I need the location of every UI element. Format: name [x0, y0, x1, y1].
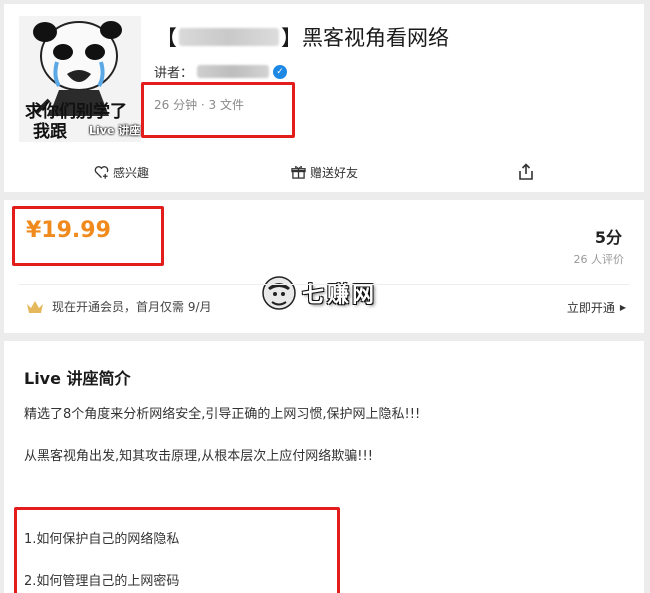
price-card: ¥19.99 5分 26 人评价 七赚网 现在开通会员，首月仅需 9/月 立即开…: [4, 200, 644, 333]
site-watermark: 七赚网: [262, 276, 377, 310]
live-badge: Live 讲座: [89, 124, 141, 137]
title-prefix: 【: [156, 26, 177, 50]
review-count[interactable]: 26 人评价: [574, 251, 625, 267]
course-header-card: 求你们别学了 我跟 Live 讲座 【 】黑客视角看网络 讲者： ✓ 26 分钟…: [4, 4, 644, 192]
intro-title: Live 讲座简介: [24, 369, 131, 388]
intro-card: Live 讲座简介 精选了8个角度来分析网络安全,引导正确的上网习惯,保护网上隐…: [4, 341, 644, 593]
share-button[interactable]: [517, 163, 539, 181]
intro-paragraph: 从黑客视角出发,知其攻击原理,从根本层次上应付网络欺骗!!!: [24, 449, 373, 464]
share-icon: [519, 163, 533, 180]
heart-plus-icon: [94, 166, 109, 179]
open-membership-label: 立即开通: [566, 301, 615, 315]
verified-icon: ✓: [273, 64, 288, 79]
watermark-avatar-icon: [262, 276, 296, 310]
gift-button[interactable]: 赠送好友: [291, 164, 358, 181]
divider: [18, 284, 630, 285]
membership-promo[interactable]: 现在开通会员，首月仅需 9/月: [26, 298, 212, 315]
membership-text: 现在开通会员，首月仅需 9/月: [52, 300, 212, 314]
highlight-box-list: [14, 507, 340, 593]
speaker-name-redacted[interactable]: [197, 65, 270, 78]
action-bar: 感兴趣 赠送好友: [4, 156, 644, 188]
watermark-text: 七赚网: [302, 283, 378, 308]
course-cover-image[interactable]: 求你们别学了 我跟 Live 讲座: [19, 16, 141, 142]
course-title: 【 】黑客视角看网络: [156, 24, 449, 50]
open-membership-link[interactable]: 立即开通 ▶: [567, 299, 626, 316]
play-triangle-icon: ▶: [619, 303, 626, 312]
speaker-label: 讲者：: [154, 66, 194, 81]
highlight-box-price: [12, 206, 164, 266]
cover-caption-line1: 求你们别学了: [25, 102, 127, 122]
gift-icon: [291, 166, 306, 179]
title-redacted-blur: [179, 28, 279, 46]
rating-score: 5分: [594, 228, 622, 247]
crown-icon: [27, 300, 43, 313]
speaker-row[interactable]: 讲者： ✓: [154, 62, 288, 81]
intro-paragraph: 精选了8个角度来分析网络安全,引导正确的上网习惯,保护网上隐私!!!: [24, 407, 421, 422]
interest-label: 感兴趣: [113, 165, 150, 180]
gift-label: 赠送好友: [310, 165, 359, 180]
interest-button[interactable]: 感兴趣: [94, 164, 149, 181]
title-suffix: 】黑客视角看网络: [281, 26, 449, 50]
highlight-box-meta: [141, 82, 295, 138]
